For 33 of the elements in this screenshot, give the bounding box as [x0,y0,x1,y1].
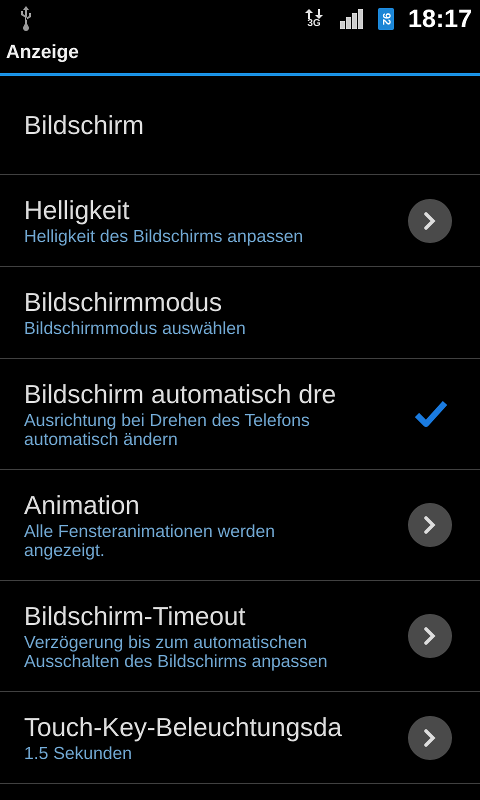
chevron-button[interactable] [408,716,452,760]
setting-summary: Alle Fensteranimationen werden angezeigt. [24,522,276,560]
setting-summary: Helligkeit des Bildschirms anpassen [24,227,304,246]
setting-row[interactable]: Touch-Key-Beleuchtungsda 1.5 Sekunden [0,692,480,784]
setting-title: Touch-Key-Beleuchtungsda [24,712,343,742]
setting-title: Helligkeit [24,195,130,225]
setting-summary: Verzögerung bis zum automatischen Ausschalten des Bildschirms anpassen [24,633,328,671]
setting-summary: 1.5 Sekunden [24,744,134,763]
battery-icon: 92 [378,8,394,30]
setting-summary: Ausrichtung bei Drehen des Telefons automatisch ändern [24,411,311,449]
chevron-icon [422,728,438,748]
checkmark-icon[interactable] [414,400,448,428]
setting-title: Bildschirm automatisch dre [24,379,338,409]
setting-title: Animation [24,490,141,520]
chevron-icon [422,515,438,535]
setting-title: Bildschirm-Timeout [24,601,247,631]
setting-row[interactable]: Bildschirmmodus Bildschirmmodus auswählen [0,267,480,359]
window-title: Anzeige [6,42,79,64]
usb-icon [18,6,34,32]
section-heading: Bildschirm [24,110,145,140]
clock: 18:17 [408,4,472,34]
setting-summary: Bildschirmmodus auswählen [24,319,247,338]
chevron-button[interactable] [408,503,452,547]
setting-row[interactable]: Animation Alle Fensteranimationen werden angezeigt. [0,470,480,581]
setting-row[interactable]: Bildschirm-Timeout Verzögerung bis zum automatischen Ausschalten des Bildschirms anpassen [0,581,480,692]
signal-icon [340,9,364,29]
setting-title: Bildschirmmodus [24,287,223,317]
chevron-icon [422,210,438,230]
chevron-button[interactable] [408,198,452,242]
setting-row[interactable]: Helligkeit Helligkeit des Bildschirms anpassen [0,175,480,267]
setting-row[interactable]: Bildschirm automatisch dre Ausrichtung bei Drehen des Telefons automatisch ändern [0,359,480,470]
chevron-icon [422,626,438,646]
chevron-button[interactable] [408,614,452,658]
